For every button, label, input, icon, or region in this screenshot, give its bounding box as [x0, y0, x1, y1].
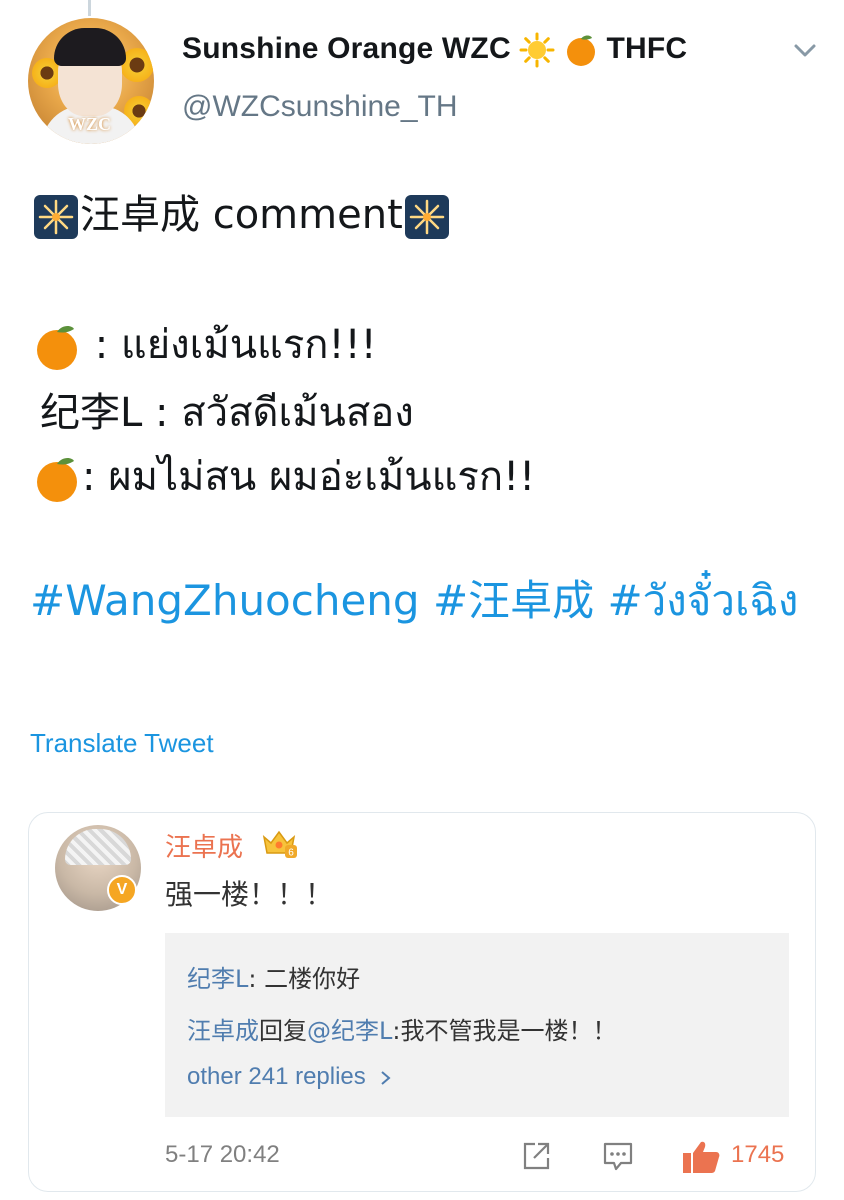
tweet-title-text: 汪卓成 comment: [80, 192, 403, 238]
tweet-hashtags[interactable]: #WangZhuocheng #汪卓成 #วังจั๋วเฉิง: [30, 572, 820, 630]
avatar-hair: [54, 28, 126, 66]
reply-2-mention[interactable]: @纪李L: [307, 1017, 392, 1045]
tweet-line-1-text: : แย่งเม้นแรก!!!: [94, 322, 377, 368]
author-display-name[interactable]: Sunshine Orange WZC THFC: [182, 32, 687, 68]
tangerine-icon: [37, 325, 77, 370]
author-avatar[interactable]: WZC: [28, 18, 154, 144]
reply-1-text: : 二楼你好: [248, 965, 361, 993]
chevron-down-icon[interactable]: [788, 34, 822, 68]
tweet-line-3-text: : ผมไม่สน ผมอ่ะเม้นแรก!!: [82, 454, 536, 500]
reply-2-author[interactable]: 汪卓成: [187, 1017, 259, 1045]
reply-2-label: 回复: [259, 1017, 307, 1045]
commenter-name[interactable]: 汪卓成: [165, 827, 243, 864]
avatar-hat: [65, 829, 131, 865]
embedded-weibo-card[interactable]: V 汪卓成 6 强一楼！！！ 纪李L: 二楼你好 汪卓成回复@纪李L:我不管我是…: [28, 812, 816, 1192]
comment-icon[interactable]: [601, 1139, 635, 1173]
reply-1-author[interactable]: 纪李L: [187, 965, 248, 993]
crown-level: 6: [288, 848, 294, 859]
avatar-logo: WZC: [68, 114, 112, 134]
fireworks-icon: [404, 195, 449, 239]
sun-icon: [519, 32, 555, 68]
tweet-line-1: : แย่งเม้นแรก!!!: [32, 312, 377, 376]
comment-text: 强一楼！！！: [165, 878, 334, 911]
like-count: 1745: [731, 1141, 785, 1168]
crown-icon: 6: [262, 830, 297, 859]
share-icon[interactable]: [519, 1139, 553, 1173]
tangerine-icon: [566, 35, 595, 67]
thread-connector: [88, 0, 91, 16]
reply-2-text: :我不管我是一楼！！: [392, 1017, 617, 1045]
tweet-title-line: 汪卓成 comment: [32, 182, 451, 241]
timestamp: 5-17 20:42: [165, 1141, 280, 1168]
reply-1: 纪李L: 二楼你好: [187, 959, 360, 994]
author-handle[interactable]: @WZCsunshine_TH: [182, 90, 458, 124]
more-replies-link[interactable]: other 241 replies: [187, 1063, 394, 1091]
reply-2: 汪卓成回复@纪李L:我不管我是一楼！！: [187, 1011, 616, 1046]
chevron-right-icon: [381, 1070, 391, 1085]
tweet-line-3: : ผมไม่สน ผมอ่ะเม้นแรก!!: [32, 444, 535, 508]
display-name-suffix: THFC: [606, 32, 688, 65]
more-replies-text: other 241 replies: [187, 1063, 366, 1090]
verified-v-icon: V: [107, 875, 137, 905]
reply-box[interactable]: 纪李L: 二楼你好 汪卓成回复@纪李L:我不管我是一楼！！ other 241 …: [165, 933, 789, 1117]
fireworks-icon: [34, 195, 78, 239]
tweet-line-2: 纪李L : สวัสดีเม้นสอง: [40, 390, 414, 436]
tangerine-icon: [37, 457, 77, 502]
translate-tweet-link[interactable]: Translate Tweet: [30, 728, 214, 759]
thumbs-up-icon[interactable]: [681, 1139, 721, 1175]
display-name-text: Sunshine Orange WZC: [182, 32, 511, 65]
